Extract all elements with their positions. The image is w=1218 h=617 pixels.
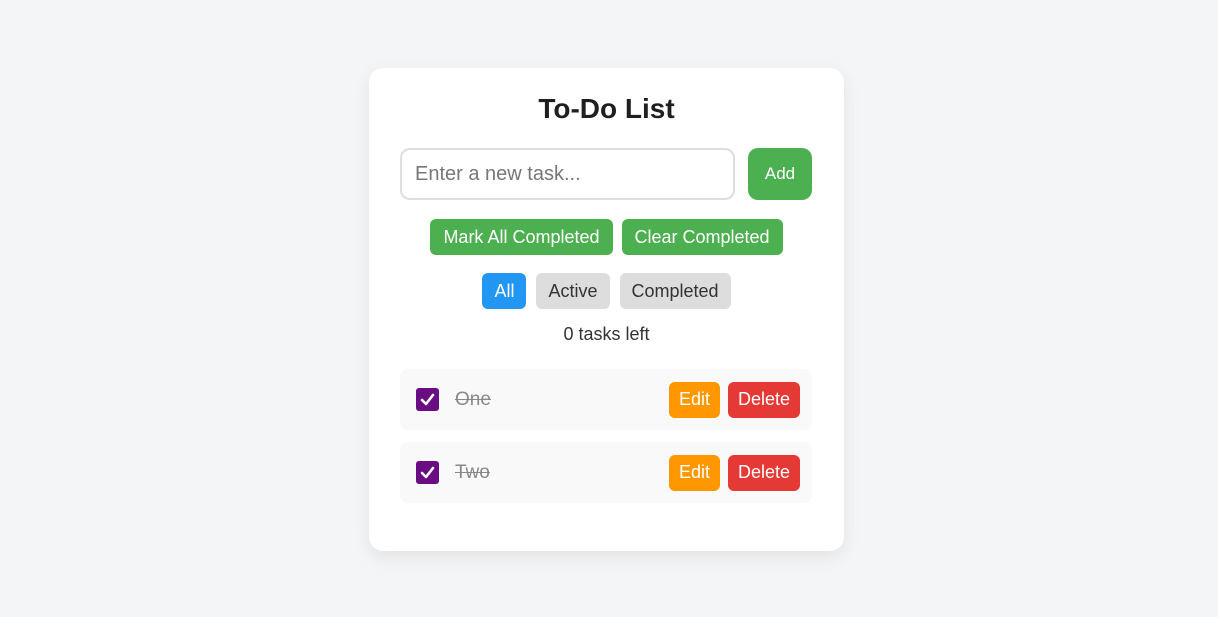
page-title: To-Do List: [538, 93, 675, 124]
task-item: One Edit Delete: [400, 369, 812, 430]
add-task-button[interactable]: Add: [748, 148, 812, 200]
bulk-actions: Mark All Completed Clear Completed: [369, 219, 844, 255]
task-text: Two: [455, 461, 490, 483]
new-task-input[interactable]: [400, 148, 735, 200]
filter-active[interactable]: Active: [536, 273, 610, 309]
filter-tabs: All Active Completed: [369, 273, 844, 309]
clear-completed-button[interactable]: Clear Completed: [621, 219, 783, 255]
edit-task-button[interactable]: Edit: [668, 454, 720, 491]
checkmark-icon: [420, 466, 435, 479]
mark-all-completed-button[interactable]: Mark All Completed: [430, 219, 613, 255]
delete-task-button[interactable]: Delete: [727, 381, 800, 418]
task-list: One Edit Delete Two Edit Delete: [400, 369, 812, 515]
task-checkbox[interactable]: [416, 461, 439, 484]
task-checkbox[interactable]: [416, 388, 439, 411]
task-item: Two Edit Delete: [400, 442, 812, 503]
filter-completed[interactable]: Completed: [619, 273, 731, 309]
task-text: One: [455, 388, 491, 410]
todo-card: To-Do List Add Mark All Completed Clear …: [369, 68, 844, 551]
filter-all[interactable]: All: [482, 273, 527, 309]
delete-task-button[interactable]: Delete: [727, 454, 800, 491]
tasks-left-counter: 0 tasks left: [563, 324, 650, 344]
edit-task-button[interactable]: Edit: [668, 381, 720, 418]
checkmark-icon: [420, 393, 435, 406]
